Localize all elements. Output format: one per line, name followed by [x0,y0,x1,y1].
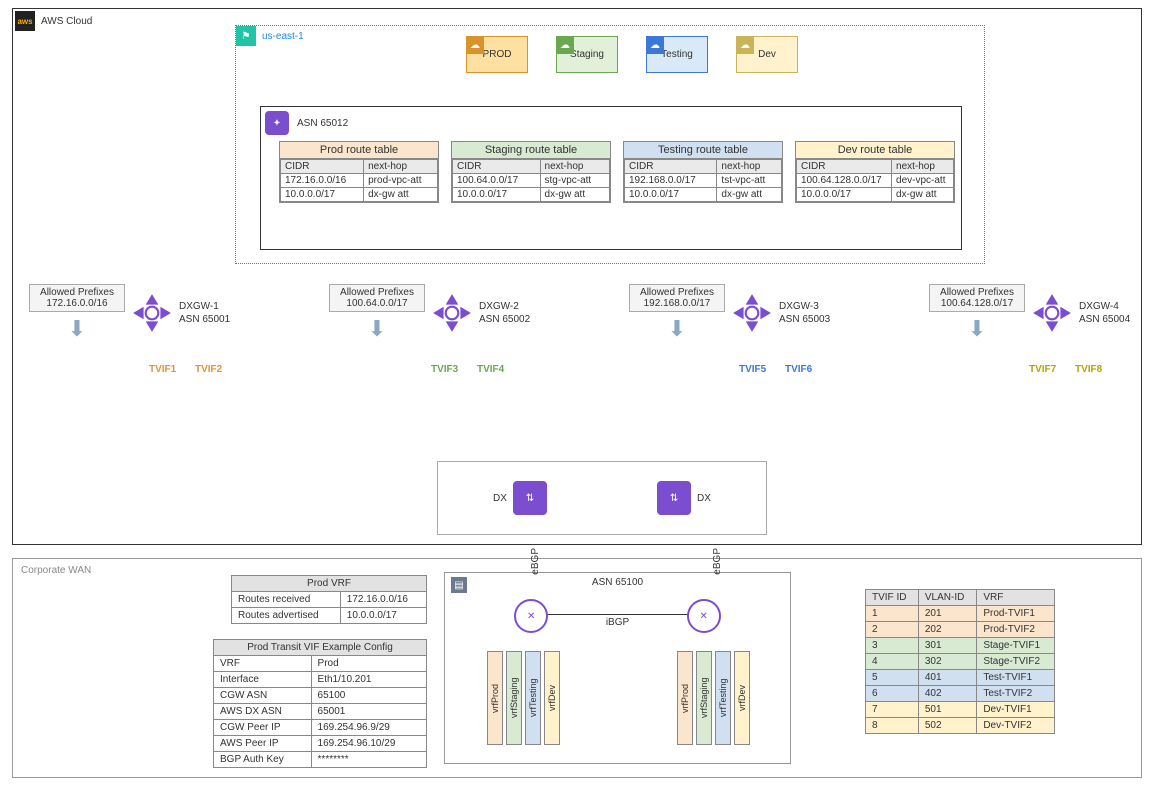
env-dev: ☁Dev [736,36,798,73]
env-prod: ☁PROD [466,36,528,73]
asn-65100-container: ▤ ASN 65100 ✕ ✕ iBGP vrfProdvrfStagingvr… [444,572,791,764]
tvif-2-label: TVIF2 [195,364,222,375]
region-icon: ⚑ [236,26,256,46]
dx-icon: ⇅ [657,481,691,515]
vrf-strip-left: vrfProdvrfStagingvrfTestingvrfDev [487,651,560,745]
route-table-dev: Dev route tableCIDRnext-hop100.64.128.0.… [795,141,955,203]
cloud-title: AWS Cloud [41,16,92,27]
vrf-strip-right: vrfProdvrfStagingvrfTestingvrfDev [677,651,750,745]
environment-row: ☁PROD ☁Staging ☁Testing ☁Dev [466,36,798,73]
aws-cloud-label: aws AWS Cloud [13,9,100,33]
dxgw-3: Allowed Prefixes192.168.0.0/17⬇ DXGW-3AS… [629,284,830,342]
dxgw-icon [731,292,773,334]
dxgw-icon [1031,292,1073,334]
arrow-down-icon: ⬇ [68,316,86,342]
dxgw-row: Allowed Prefixes172.16.0.0/16⬇ DXGW-1ASN… [29,284,1137,379]
route-table-prod: Prod route tableCIDRnext-hop172.16.0.0/1… [279,141,439,203]
dxgw-1: Allowed Prefixes172.16.0.0/16⬇ DXGW-1ASN… [29,284,230,342]
cloud-icon: ☁ [466,36,484,54]
tvif-1-label: TVIF1 [149,364,176,375]
arrow-down-icon: ⬇ [968,316,986,342]
region-name: us-east-1 [262,31,304,42]
tvif-8-label: TVIF8 [1075,364,1102,375]
env-staging: ☁Staging [556,36,618,73]
ibgp-label: iBGP [445,617,790,628]
transit-vif-config-table: Prod Transit VIF Example Config VRFProd … [213,639,427,768]
router-icon: ✕ [687,599,721,633]
tvif-3-label: TVIF3 [431,364,458,375]
direct-connect-container: DX⇅ ⇅DX [437,461,767,535]
allowed-prefixes-label: Allowed Prefixes172.16.0.0/16 [29,284,125,312]
tvif-4-label: TVIF4 [477,364,504,375]
transit-gateway-container: ✦ ASN 65012 Prod route tableCIDRnext-hop1… [260,106,962,250]
arrow-down-icon: ⬇ [668,316,686,342]
dxgw-icon [131,292,173,334]
route-table-testing: Testing route tableCIDRnext-hop192.168.0… [623,141,783,203]
wan-title: Corporate WAN [21,565,91,576]
allowed-prefixes-label: Allowed Prefixes192.168.0.0/17 [629,284,725,312]
tvif-7-label: TVIF7 [1029,364,1056,375]
allowed-prefixes-label: Allowed Prefixes100.64.0.0/17 [329,284,425,312]
route-table-staging: Staging route tableCIDRnext-hop100.64.0.… [451,141,611,203]
building-icon: ▤ [451,577,467,593]
dx-endpoint-2: ⇅DX [657,481,711,515]
cloud-icon: ☁ [646,36,664,54]
tgw-asn: ASN 65012 [297,118,348,129]
tvif-vlan-vrf-table: TVIF IDVLAN-IDVRF 1201Prod-TVIF1 2202Pro… [865,589,1055,734]
dxgw-4: Allowed Prefixes100.64.128.0/17⬇ DXGW-4A… [929,284,1130,342]
cloud-icon: ☁ [556,36,574,54]
tgw-icon: ✦ [265,111,289,135]
prod-vrf-table: Prod VRF Routes received172.16.0.0/16 Ro… [231,575,427,624]
region-container: ⚑ us-east-1 ☁PROD ☁Staging ☁Testing ☁Dev… [235,25,985,264]
ebgp-label-1: eBGP [530,548,541,575]
dxgw-icon [431,292,473,334]
asn-65100-label: ASN 65100 [445,573,790,588]
tvif-6-label: TVIF6 [785,364,812,375]
router-icon: ✕ [514,599,548,633]
dx-endpoint-1: DX⇅ [493,481,547,515]
allowed-prefixes-label: Allowed Prefixes100.64.128.0/17 [929,284,1025,312]
aws-icon: aws [15,11,35,31]
arrow-down-icon: ⬇ [368,316,386,342]
cloud-icon: ☁ [736,36,754,54]
aws-cloud-container: aws AWS Cloud ⚑ us-east-1 ☁PROD ☁Staging… [12,8,1142,545]
env-testing: ☁Testing [646,36,708,73]
ebgp-label-2: eBGP [712,548,723,575]
dx-icon: ⇅ [513,481,547,515]
tvif-5-label: TVIF5 [739,364,766,375]
dxgw-2: Allowed Prefixes100.64.0.0/17⬇ DXGW-2ASN… [329,284,530,342]
